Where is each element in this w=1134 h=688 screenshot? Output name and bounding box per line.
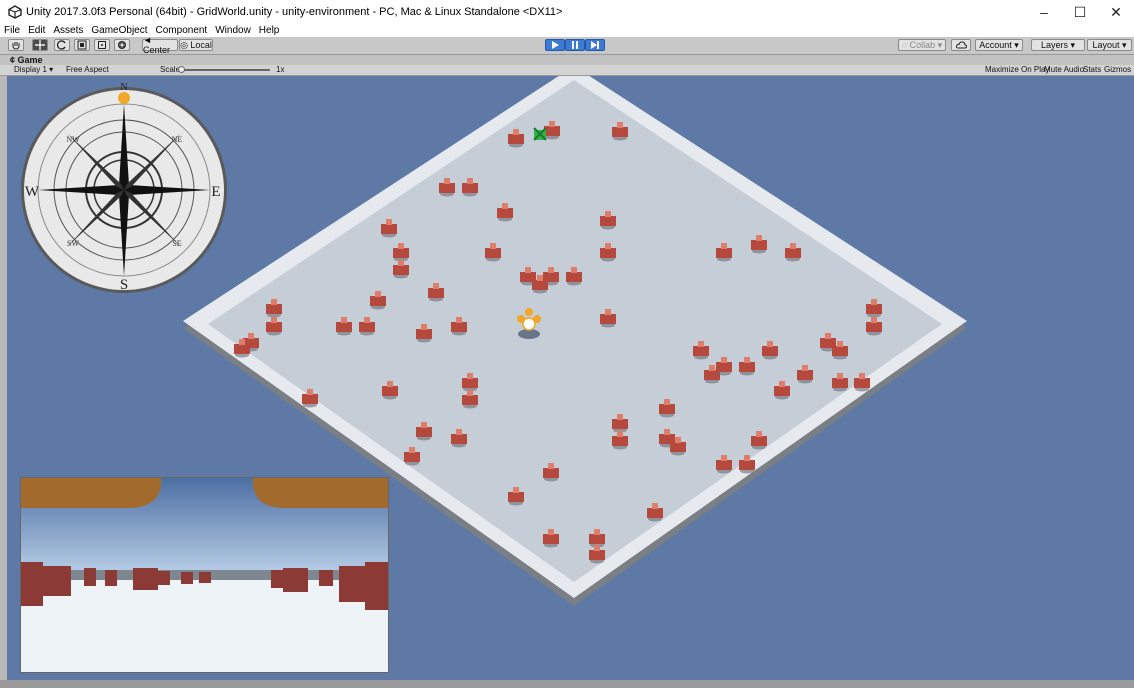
- stats-toggle[interactable]: Stats: [1083, 65, 1101, 75]
- aspect-dropdown[interactable]: Free Aspect: [66, 65, 109, 75]
- compass-e: E: [211, 184, 220, 200]
- compass-w: W: [25, 184, 40, 200]
- game-tab[interactable]: ¢ Game: [10, 55, 43, 65]
- compass-n: N: [120, 82, 127, 93]
- hand-tool-icon[interactable]: [8, 39, 24, 51]
- account-dropdown[interactable]: Account ▾: [975, 39, 1023, 51]
- game-view-controls: Display 1 ▾ Free Aspect Scale 1x Maximiz…: [0, 65, 1134, 84]
- main-toolbar: ◄ Center ◎ Local ◌ Collab ▾ Account ▾ La…: [0, 35, 1134, 55]
- scale-tool-icon[interactable]: [74, 39, 90, 51]
- menu-window[interactable]: Window: [211, 25, 255, 36]
- compass-se: SE: [172, 239, 181, 248]
- display-dropdown[interactable]: Display 1 ▾: [14, 65, 53, 75]
- scale-value: 1x: [276, 65, 285, 74]
- window-titlebar: Unity 2017.3.0f3 Personal (64bit) - Grid…: [0, 0, 1134, 24]
- scale-label: Scale: [160, 65, 181, 74]
- compass-widget: S W E N NW NE SW SE: [21, 82, 227, 293]
- compass-nw: NW: [66, 135, 80, 144]
- menu-edit[interactable]: Edit: [24, 25, 49, 36]
- minimize-button[interactable]: –: [1026, 0, 1062, 24]
- transform-tool-icon[interactable]: [114, 39, 130, 51]
- move-tool-icon[interactable]: [32, 39, 48, 51]
- menu-help[interactable]: Help: [255, 25, 284, 36]
- scale-slider[interactable]: [180, 69, 270, 71]
- menu-gameobject[interactable]: GameObject: [87, 25, 151, 36]
- play-button[interactable]: [545, 39, 565, 51]
- rect-tool-icon[interactable]: [94, 39, 110, 51]
- compass-ne: NE: [172, 135, 183, 144]
- cloud-icon[interactable]: [951, 39, 971, 51]
- pause-button[interactable]: [565, 39, 585, 51]
- menu-file[interactable]: File: [0, 25, 24, 36]
- unity-logo-icon: [8, 5, 22, 19]
- agent-camera-view: [20, 477, 389, 673]
- pivot-local-toggle[interactable]: ◎ Local: [179, 39, 213, 51]
- menu-assets[interactable]: Assets: [49, 25, 87, 36]
- step-button[interactable]: [585, 39, 605, 51]
- layers-dropdown[interactable]: Layers ▾: [1031, 39, 1085, 51]
- layout-dropdown[interactable]: Layout ▾: [1087, 39, 1132, 51]
- maximize-button[interactable]: ☐: [1062, 0, 1098, 24]
- compass-heading-icon: [118, 92, 130, 104]
- scale-slider-handle[interactable]: [178, 66, 185, 73]
- window-title: Unity 2017.3.0f3 Personal (64bit) - Grid…: [26, 6, 563, 18]
- game-tab-header: ¢ Game: [0, 55, 1134, 65]
- status-bar: [0, 680, 1134, 688]
- compass-s: S: [120, 277, 128, 293]
- rotate-tool-icon[interactable]: [54, 39, 70, 51]
- mute-audio-toggle[interactable]: Mute Audio: [1044, 65, 1084, 75]
- compass-sw: SW: [67, 239, 79, 248]
- left-panel-edge: [0, 76, 7, 680]
- collab-dropdown[interactable]: ◌ Collab ▾: [898, 39, 946, 51]
- pivot-center-toggle[interactable]: ◄ Center: [142, 35, 178, 55]
- close-button[interactable]: ✕: [1098, 0, 1134, 24]
- maximize-on-play-toggle[interactable]: Maximize On Play: [985, 65, 1049, 75]
